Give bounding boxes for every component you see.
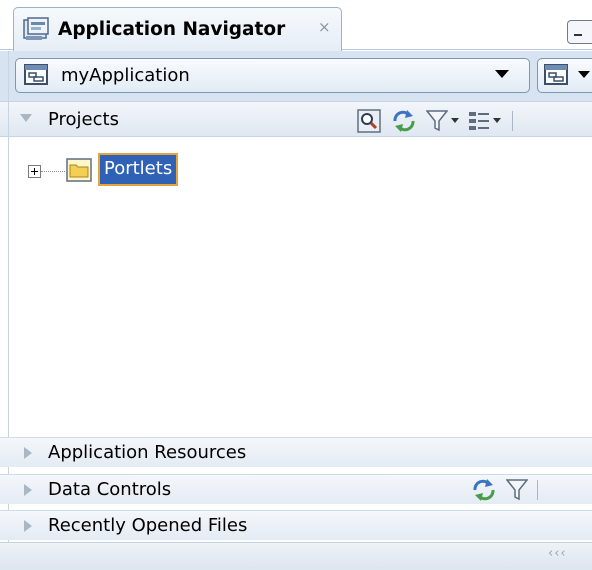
- refresh-icon[interactable]: [471, 478, 497, 502]
- panel-application-resources[interactable]: Application Resources: [0, 437, 592, 467]
- chevron-down-icon[interactable]: [495, 70, 509, 78]
- find-icon[interactable]: [357, 109, 381, 133]
- projects-header[interactable]: Projects: [0, 101, 592, 137]
- tree-connector: [41, 171, 65, 172]
- application-bar: myApplication: [0, 51, 592, 101]
- toolbar-separator: [537, 480, 538, 500]
- expand-triangle-icon[interactable]: [24, 447, 32, 459]
- panel-label: Recently Opened Files: [48, 515, 248, 536]
- application-icon: [24, 64, 48, 85]
- tab-title: Application Navigator: [58, 19, 286, 40]
- panel-label: Application Resources: [48, 442, 247, 463]
- filter-icon[interactable]: [426, 109, 448, 133]
- expand-icon[interactable]: [28, 165, 41, 178]
- working-sets-icon[interactable]: [468, 109, 490, 133]
- panel-recently-opened-files[interactable]: Recently Opened Files: [0, 510, 592, 540]
- application-name: myApplication: [61, 65, 190, 86]
- close-icon[interactable]: ×: [318, 18, 331, 36]
- application-menu-button[interactable]: [537, 58, 592, 93]
- chevron-down-icon: [578, 71, 590, 78]
- expand-triangle-icon[interactable]: [24, 484, 32, 496]
- application-selector[interactable]: myApplication: [15, 58, 530, 93]
- tab-application-navigator[interactable]: Application Navigator ×: [13, 7, 342, 51]
- application-navigator-icon: [23, 17, 49, 40]
- expand-triangle-icon[interactable]: [24, 520, 32, 532]
- chevron-down-icon[interactable]: [493, 118, 501, 123]
- tree-item-portlets[interactable]: Portlets: [98, 153, 179, 186]
- minimize-icon[interactable]: [567, 20, 592, 44]
- projects-tree[interactable]: Portlets: [0, 138, 592, 435]
- folder-icon: [66, 158, 92, 182]
- collapse-triangle-icon[interactable]: [20, 114, 32, 122]
- filter-icon[interactable]: [506, 478, 528, 502]
- toolbar-separator: [512, 111, 513, 131]
- refresh-icon[interactable]: [391, 109, 417, 133]
- chevron-down-icon[interactable]: [451, 118, 459, 123]
- application-menu-icon: [544, 64, 568, 85]
- projects-label: Projects: [48, 109, 119, 130]
- panel-data-controls[interactable]: Data Controls: [0, 474, 592, 504]
- status-strip: ‹‹‹: [0, 542, 592, 570]
- scroll-left-icon[interactable]: ‹‹‹: [548, 546, 567, 561]
- panel-label: Data Controls: [48, 479, 172, 500]
